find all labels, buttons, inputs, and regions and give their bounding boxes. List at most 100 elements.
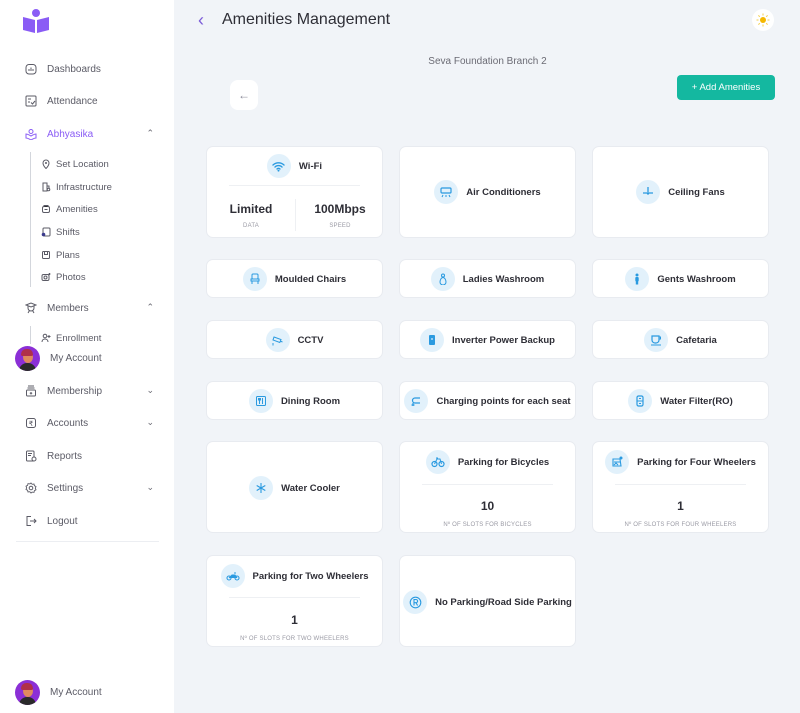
car-icon: [605, 450, 630, 474]
chevron-down-icon[interactable]: ⌄: [146, 482, 154, 493]
amenity-name: Inverter Power Backup: [452, 334, 555, 346]
sidebar-item-abhyasika[interactable]: Abhyasika ⌃: [24, 126, 154, 142]
amenity-card-ceiling-fans[interactable]: Ceiling Fans: [592, 146, 769, 238]
amenity-card-air-conditioners[interactable]: Air Conditioners: [399, 146, 576, 238]
amenity-card-inverter-power-backup[interactable]: Inverter Power Backup: [399, 320, 576, 359]
my-account[interactable]: My Account: [15, 680, 102, 705]
enrollment-icon: [41, 333, 51, 343]
sidebar-subitem-label: Infrastructure: [56, 181, 112, 193]
logout-icon: [24, 515, 37, 528]
amenity-card-charging-points[interactable]: Charging points for each seat: [399, 381, 576, 420]
sidebar-item-members[interactable]: Members ⌃: [24, 300, 154, 316]
page-title: Amenities Management: [222, 11, 391, 28]
stat-value: 100Mbps: [314, 202, 366, 216]
dashboard-icon: [24, 63, 37, 76]
sidebar-item-membership[interactable]: Membership ⌄: [24, 383, 154, 399]
amenity-name: Charging points for each seat: [436, 395, 571, 407]
sidebar-item-reports[interactable]: Reports: [24, 448, 154, 464]
location-pin-icon: [41, 159, 51, 169]
gents-washroom-icon: [625, 267, 650, 291]
svg-text:₹: ₹: [28, 420, 33, 428]
sidebar-subitem-set-location[interactable]: Set Location: [41, 157, 109, 171]
amenity-name: Parking for Two Wheelers: [252, 570, 369, 582]
rupee-icon: ₹: [24, 417, 37, 430]
gear-icon: [24, 482, 37, 495]
sidebar-subitem-amenities[interactable]: Amenities: [41, 202, 98, 216]
stat-caption: DATA: [243, 223, 259, 229]
sidebar-subitem-label: Amenities: [56, 203, 98, 215]
avatar: [15, 680, 40, 705]
amenity-name: Parking for Bicycles: [457, 456, 550, 468]
amenity-card-wifi[interactable]: Wi-Fi Limited DATA 100Mbps SPEED: [206, 146, 383, 238]
back-chevron-icon[interactable]: ‹: [198, 10, 204, 31]
amenity-card-ladies-washroom[interactable]: Ladies Washroom: [399, 259, 576, 298]
stat-value: Limited: [229, 202, 273, 216]
slot-count: 1: [291, 613, 298, 627]
amenity-card-water-cooler[interactable]: Water Cooler: [206, 441, 383, 533]
sidebar-subitem-photos[interactable]: Photos: [41, 270, 86, 284]
wifi-speed-stat: 100Mbps SPEED: [296, 202, 384, 229]
chevron-down-icon[interactable]: ⌄: [146, 417, 154, 428]
add-amenities-button[interactable]: + Add Amenities: [677, 75, 775, 100]
snowflake-icon: [249, 476, 274, 500]
parking-icon: [403, 590, 428, 614]
amenity-card-parking-two-wheelers[interactable]: Parking for Two Wheelers 1 Nº OF SLOTS F…: [206, 555, 383, 647]
sidebar-item-attendance[interactable]: Attendance: [24, 93, 154, 109]
bicycle-icon: [425, 450, 450, 474]
sidebar-subitem-label: Plans: [56, 249, 80, 261]
photos-icon: [41, 272, 51, 282]
sidebar-subitem-infrastructure[interactable]: Infrastructure: [41, 180, 112, 194]
charging-plug-icon: [404, 389, 429, 413]
theme-toggle-button[interactable]: [752, 9, 774, 31]
sidebar-item-label: Reports: [47, 450, 83, 462]
amenity-name: Water Filter(RO): [660, 395, 733, 407]
members-icon: [24, 302, 37, 315]
chevron-up-icon[interactable]: ⌃: [146, 302, 154, 313]
amenity-name: Wi-Fi: [298, 160, 323, 172]
amenity-card-parking-four-wheelers[interactable]: Parking for Four Wheelers 1 Nº OF SLOTS …: [592, 441, 769, 533]
chevron-up-icon[interactable]: ⌃: [146, 128, 154, 139]
sidebar-subitem-label: Set Location: [56, 158, 109, 170]
amenity-card-water-filter[interactable]: Water Filter(RO): [592, 381, 769, 420]
app-logo[interactable]: [22, 8, 50, 34]
sidebar-item-label: Abhyasika: [47, 128, 94, 140]
infrastructure-icon: [41, 182, 51, 192]
sidebar-subitem-plans[interactable]: Plans: [41, 248, 80, 262]
amenity-card-cafetaria[interactable]: Cafetaria: [592, 320, 769, 359]
amenity-name: Gents Washroom: [657, 273, 736, 285]
back-button[interactable]: ←: [230, 80, 258, 110]
sidebar-subitem-enrollment[interactable]: Enrollment: [41, 331, 101, 345]
amenity-card-parking-bicycles[interactable]: Parking for Bicycles 10 Nº OF SLOTS FOR …: [399, 441, 576, 533]
card-divider: [615, 484, 746, 485]
my-account-overlay[interactable]: My Account: [15, 346, 102, 371]
amenity-card-dining-room[interactable]: Dining Room: [206, 381, 383, 420]
sidebar-subitem-shifts[interactable]: Shifts: [41, 225, 80, 239]
water-filter-icon: [628, 389, 653, 413]
sidebar-item-label: Members: [47, 302, 89, 314]
amenity-card-no-parking[interactable]: No Parking/Road Side Parking: [399, 555, 576, 647]
abhyasika-icon: [24, 128, 37, 141]
ceiling-fan-icon: [636, 180, 661, 204]
slot-caption: Nº OF SLOTS FOR BICYCLES: [443, 522, 532, 528]
amenity-name: Water Cooler: [281, 482, 340, 494]
chevron-down-icon[interactable]: ⌄: [146, 385, 154, 396]
amenities-icon: [41, 204, 51, 214]
plans-icon: [41, 250, 51, 260]
sidebar-item-logout[interactable]: Logout: [24, 513, 154, 529]
amenity-card-gents-washroom[interactable]: Gents Washroom: [592, 259, 769, 298]
sidebar-subitem-label: Photos: [56, 271, 86, 283]
sidebar-item-dashboards[interactable]: Dashboards: [24, 61, 154, 77]
submenu-line: [30, 326, 31, 344]
amenity-name: Cafetaria: [676, 334, 717, 346]
sidebar-item-accounts[interactable]: ₹ Accounts ⌄: [24, 415, 154, 431]
sidebar-item-settings[interactable]: Settings ⌄: [24, 480, 154, 496]
amenity-card-cctv[interactable]: CCTV: [206, 320, 383, 359]
inverter-icon: [420, 328, 445, 352]
card-divider: [229, 597, 360, 598]
amenity-name: No Parking/Road Side Parking: [435, 596, 572, 608]
ladies-washroom-icon: [430, 267, 455, 291]
shifts-icon: [41, 227, 51, 237]
avatar: [15, 346, 40, 371]
amenity-card-moulded-chairs[interactable]: Moulded Chairs: [206, 259, 383, 298]
sidebar: Dashboards Attendance Abhyasika ⌃ Set Lo…: [0, 0, 174, 713]
